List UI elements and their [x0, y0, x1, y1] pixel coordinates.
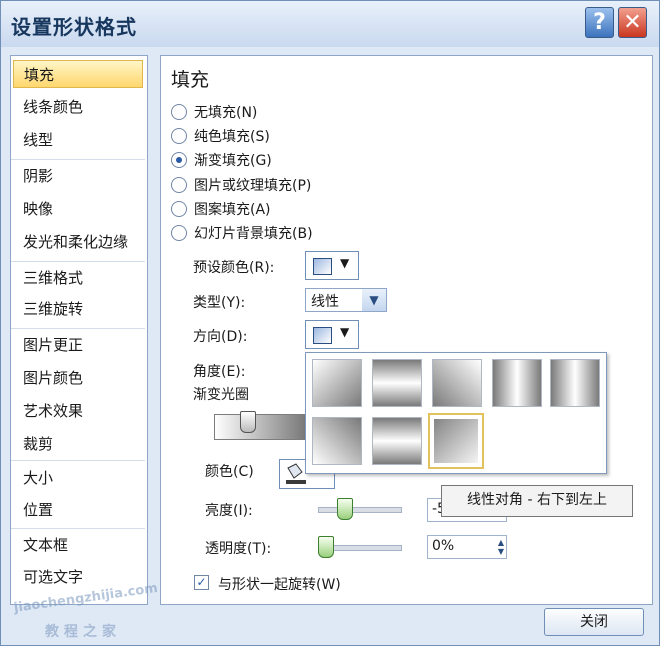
gradient-direction-tile[interactable]: [312, 417, 362, 465]
direction-gallery: [305, 352, 607, 474]
gradient-direction-tile[interactable]: [372, 359, 422, 407]
radio-label: 无填充(N): [194, 105, 258, 121]
radio-label: 渐变填充(G): [194, 153, 272, 169]
gradient-stops-bar[interactable]: [214, 414, 316, 440]
gradient-direction-tile[interactable]: [432, 359, 482, 407]
nav-item-shadow[interactable]: 阴影: [13, 162, 143, 190]
nav-item-3d-format[interactable]: 三维格式: [13, 264, 143, 292]
gradient-swatch-icon: [313, 258, 332, 275]
chevron-down-icon: ▼: [362, 289, 386, 311]
gradient-stop-handle[interactable]: [240, 411, 256, 433]
radio-gradient-fill[interactable]: [171, 152, 187, 168]
radio-label: 纯色填充(S): [194, 129, 270, 145]
nav-item-line-color[interactable]: 线条颜色: [13, 93, 143, 121]
chevron-down-icon: ▼: [340, 325, 350, 339]
type-value: 线性: [311, 294, 339, 310]
radio-solid-fill[interactable]: [171, 128, 187, 144]
panel-heading: 填充: [171, 69, 210, 91]
type-label: 类型(Y):: [193, 295, 246, 311]
spin-down-icon[interactable]: ▼: [498, 547, 504, 556]
brightness-label: 亮度(I):: [205, 503, 253, 519]
transparency-slider-thumb[interactable]: [318, 536, 334, 558]
nav-item-glow-soft-edges[interactable]: 发光和柔化边缘: [13, 228, 143, 256]
radio-pattern-fill[interactable]: [171, 201, 187, 217]
nav-item-reflection[interactable]: 映像: [13, 195, 143, 223]
radio-label: 图片或纹理填充(P): [194, 178, 312, 194]
close-window-button[interactable]: ✕: [618, 7, 647, 38]
fill-panel: 填充 无填充(N) 纯色填充(S) 渐变填充(G) 图片或纹理填充(P) 图案填…: [160, 55, 653, 605]
nav-item-artistic-effects[interactable]: 艺术效果: [13, 397, 143, 425]
direction-tooltip: 线性对角 - 右下到左上: [441, 485, 633, 517]
transparency-label: 透明度(T):: [205, 541, 272, 557]
nav-item-text-box[interactable]: 文本框: [13, 531, 143, 559]
direction-label: 方向(D):: [193, 329, 248, 345]
format-shape-dialog: 设置形状格式 ? ✕ 填充 线条颜色 线型 阴影 映像 发光和柔化边缘 三维格式…: [0, 0, 660, 646]
gradient-swatch-icon: [313, 327, 332, 344]
radio-label: 幻灯片背景填充(B): [194, 226, 313, 242]
gradient-direction-tile[interactable]: [372, 417, 422, 465]
close-button[interactable]: 关闭: [544, 608, 644, 636]
radio-label: 图案填充(A): [194, 202, 271, 218]
nav-item-size[interactable]: 大小: [13, 464, 143, 492]
transparency-input[interactable]: 0% ▲ ▼: [427, 535, 507, 559]
radio-slide-background-fill[interactable]: [171, 225, 187, 241]
nav-item-picture-color[interactable]: 图片颜色: [13, 364, 143, 392]
spin-up-icon[interactable]: ▲: [498, 538, 504, 547]
nav-item-crop[interactable]: 裁剪: [13, 430, 143, 458]
gradient-direction-tile[interactable]: [550, 359, 600, 407]
chevron-down-icon: ▼: [340, 256, 350, 270]
help-button[interactable]: ?: [585, 7, 614, 38]
nav-item-line-style[interactable]: 线型: [13, 126, 143, 154]
spin-buttons[interactable]: ▲ ▼: [498, 538, 504, 556]
direction-button[interactable]: ▼: [305, 320, 359, 349]
gradient-direction-tile-selected[interactable]: [428, 413, 484, 469]
gradient-direction-tile[interactable]: [492, 359, 542, 407]
rotate-with-shape-checkbox[interactable]: ✓: [194, 575, 209, 590]
nav-item-picture-corrections[interactable]: 图片更正: [13, 331, 143, 359]
nav-item-position[interactable]: 位置: [13, 496, 143, 524]
preset-colors-label: 预设颜色(R):: [193, 260, 275, 276]
nav-divider: [11, 159, 145, 160]
color-label: 颜色(C): [205, 464, 254, 480]
nav-item-fill[interactable]: 填充: [13, 60, 143, 88]
nav-item-3d-rotation[interactable]: 三维旋转: [13, 295, 143, 323]
nav-divider: [11, 528, 145, 529]
watermark-text: 教程之家: [45, 624, 121, 640]
rotate-with-shape-label: 与形状一起旋转(W): [218, 577, 341, 593]
radio-no-fill[interactable]: [171, 104, 187, 120]
nav-divider: [11, 261, 145, 262]
title-bar: 设置形状格式 ? ✕: [1, 1, 659, 47]
category-list: 填充 线条颜色 线型 阴影 映像 发光和柔化边缘 三维格式 三维旋转 图片更正 …: [10, 55, 148, 605]
nav-divider: [11, 460, 145, 461]
radio-picture-texture-fill[interactable]: [171, 177, 187, 193]
preset-colors-button[interactable]: ▼: [305, 251, 359, 280]
angle-label: 角度(E):: [193, 364, 246, 380]
gradient-direction-tile[interactable]: [312, 359, 362, 407]
brightness-slider-track[interactable]: [318, 507, 402, 513]
gradient-stops-label: 渐变光圈: [193, 387, 249, 403]
transparency-value: 0%: [432, 538, 455, 554]
brightness-slider-thumb[interactable]: [337, 498, 353, 520]
nav-divider: [11, 328, 145, 329]
type-select[interactable]: 线性 ▼: [305, 288, 387, 312]
dialog-title: 设置形状格式: [11, 15, 137, 39]
